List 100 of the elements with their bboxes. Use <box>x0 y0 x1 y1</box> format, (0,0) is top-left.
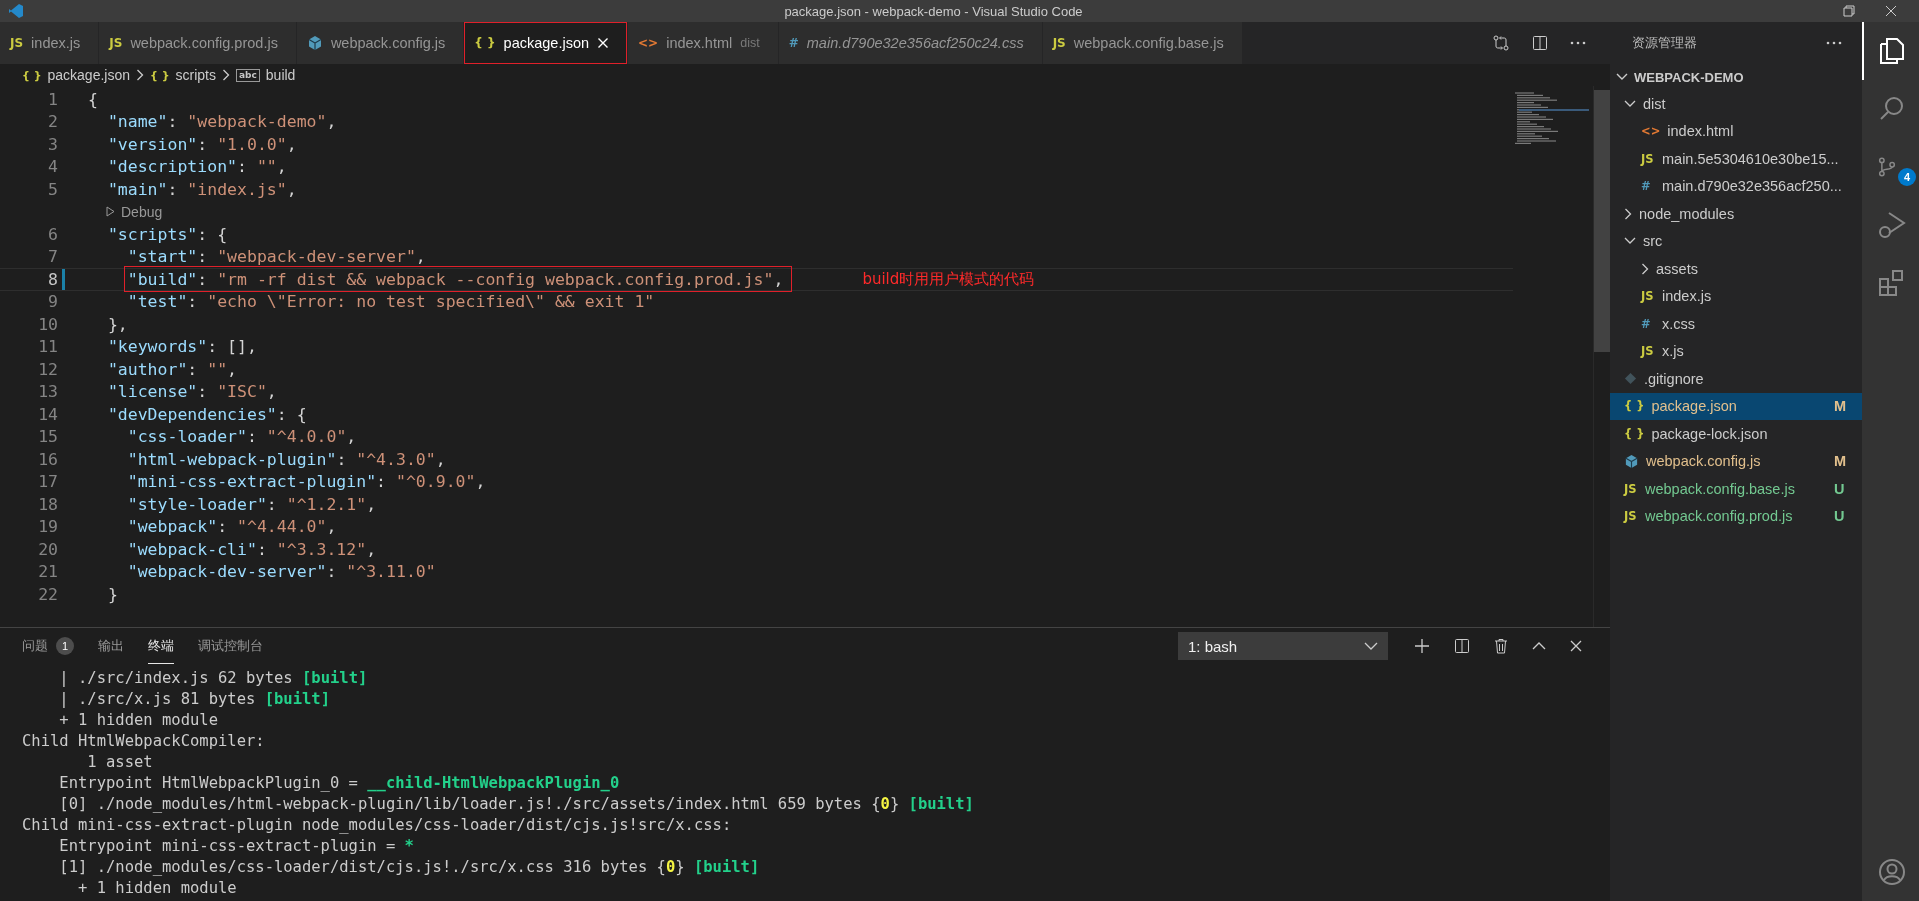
panel-tab[interactable]: 问题 1 <box>22 628 74 664</box>
line-number: 1 <box>47 89 58 109</box>
code-line: "name": "webpack-demo", <box>107 112 337 132</box>
git-status: U <box>1834 508 1846 525</box>
tree-item[interactable]: JS main.5e5304610e30be15... <box>1610 145 1862 173</box>
editor-tab[interactable]: JS webpack.config.base.js <box>1042 22 1243 64</box>
count-badge: 1 <box>56 636 74 655</box>
editor-tab[interactable]: webpack.config.js <box>296 22 465 64</box>
terminal-dropdown[interactable]: 1: bash <box>1178 632 1388 660</box>
terminal-line: Entrypoint mini-css-extract-plugin = * <box>58 836 415 857</box>
trash-icon[interactable] <box>1494 638 1508 654</box>
file-type-icon: { } <box>474 36 496 50</box>
compare-changes-icon[interactable] <box>1492 34 1510 52</box>
code-line: "main": "index.js", <box>107 179 297 199</box>
code-line: "keywords": [], <box>107 337 257 357</box>
tree-item[interactable]: { } package.json M <box>1610 392 1862 420</box>
section-header[interactable]: WEBPACK-DEMO <box>1610 64 1862 90</box>
breadcrumb-item[interactable]: { } scripts <box>150 67 216 83</box>
tree-item[interactable]: src <box>1610 227 1862 255</box>
terminal-line: | ./src/index.js 62 bytes [built] <box>58 668 369 689</box>
tree-item[interactable]: JS webpack.config.base.js U <box>1610 475 1862 503</box>
file-type-icon: JS <box>109 36 123 50</box>
editor-tab[interactable]: # main.d790e32e356acf250c24.css <box>778 22 1043 64</box>
line-number: 2 <box>47 112 58 132</box>
breadcrumb-item[interactable]: { } package.json <box>22 67 130 83</box>
panel-tab[interactable]: 输出 <box>98 628 124 664</box>
line-number: 15 <box>37 427 58 447</box>
debug-codelens[interactable]: Debug <box>88 203 163 220</box>
git-status: M <box>1834 398 1848 415</box>
restore-icon[interactable] <box>1843 5 1855 17</box>
line-number: 18 <box>37 494 58 514</box>
tree-item[interactable]: webpack.config.js M <box>1610 447 1862 475</box>
tree-item[interactable]: # x.css <box>1610 310 1862 338</box>
line-number: 9 <box>47 292 58 312</box>
line-number: 4 <box>47 157 58 177</box>
code-line: }, <box>107 314 128 334</box>
code-line: "webpack-cli": "^3.3.12", <box>127 539 377 559</box>
git-status: M <box>1834 453 1848 470</box>
code-line: "version": "1.0.0", <box>107 134 297 154</box>
terminal-line: | ./src/x.js 81 bytes [built] <box>58 689 331 710</box>
sidebar-title: 资源管理器 <box>1632 34 1697 52</box>
line-number: 16 <box>37 449 58 469</box>
code-line: "scripts": { <box>107 224 228 244</box>
tree-item[interactable]: node_modules <box>1610 200 1862 228</box>
line-number: 3 <box>47 134 58 154</box>
plus-icon[interactable] <box>1414 638 1430 654</box>
tree-item[interactable]: JS webpack.config.prod.js U <box>1610 502 1862 530</box>
chevron-up-icon[interactable] <box>1532 642 1546 650</box>
tree-item[interactable]: <> index.html <box>1610 117 1862 145</box>
panel-tab[interactable]: 终端 <box>148 628 174 664</box>
tree-item[interactable]: # main.d790e32e356acf250... <box>1610 172 1862 200</box>
split-terminal-icon[interactable] <box>1454 638 1470 654</box>
more-icon[interactable] <box>1826 41 1842 45</box>
scrollbar-thumb[interactable] <box>1594 90 1610 352</box>
tree-item[interactable]: .gitignore <box>1610 365 1862 393</box>
tree-item[interactable]: JS index.js <box>1610 282 1862 310</box>
terminal-line: + 1 hidden module <box>77 878 238 899</box>
editor-tab[interactable]: <> index.html dist <box>628 22 779 64</box>
symbol-icon: { } <box>22 68 42 82</box>
editor-tab[interactable]: JS webpack.config.prod.js <box>99 22 297 64</box>
code-line: "start": "webpack-dev-server", <box>127 247 426 267</box>
code-line: "description": "", <box>107 157 287 177</box>
file-type-icon: JS <box>1624 481 1638 496</box>
code-line: "author": "", <box>107 359 238 379</box>
code-line: "license": "ISC", <box>107 382 277 402</box>
tree-item[interactable]: { } package-lock.json <box>1610 420 1862 448</box>
line-number: 19 <box>37 517 58 537</box>
diamond-icon <box>1624 372 1637 386</box>
close-icon[interactable] <box>1885 5 1897 17</box>
symbol-icon: abc <box>235 68 260 82</box>
tree-item[interactable]: dist <box>1610 90 1862 118</box>
code-line: "test": "echo \"Error: no test specified\" && exit 1" <box>127 292 655 312</box>
line-number: 6 <box>47 224 58 244</box>
account-icon[interactable] <box>1877 858 1906 886</box>
close-icon[interactable] <box>1570 640 1582 652</box>
panel-tab[interactable]: 调试控制台 <box>198 628 263 664</box>
chevron-right-icon <box>136 69 144 81</box>
editor-tab[interactable]: { } package.json <box>464 22 629 64</box>
file-type-icon: <> <box>1641 124 1661 139</box>
file-type-icon: JS <box>1641 289 1655 304</box>
split-editor-icon[interactable] <box>1532 35 1548 51</box>
editor-tab[interactable]: JS index.js <box>0 22 100 64</box>
file-type-icon: # <box>788 36 799 50</box>
breadcrumb-item[interactable]: abc build <box>235 67 296 83</box>
file-type-icon: JS <box>1641 344 1655 359</box>
file-type-icon: JS <box>1624 509 1638 524</box>
symbol-icon: { } <box>150 68 170 82</box>
code-line: "webpack-dev-server": "^3.11.0" <box>127 562 436 582</box>
terminal-line: [0] ./node_modules/html-webpack-plugin/lib/loader.js!./src/assets/index.html 659 bytes {0} [built] <box>58 794 975 815</box>
code-line: "style-loader": "^1.2.1", <box>127 494 377 514</box>
line-number: 5 <box>47 179 58 199</box>
line-number: 10 <box>37 314 58 334</box>
run-debug-icon[interactable] <box>1876 210 1907 240</box>
tree-item[interactable]: JS x.js <box>1610 337 1862 365</box>
file-type-icon: # <box>1641 316 1655 331</box>
more-icon[interactable] <box>1570 41 1586 45</box>
file-type-icon: # <box>1641 179 1655 194</box>
tree-item[interactable]: assets <box>1610 255 1862 283</box>
count-badge: 4 <box>1898 168 1916 186</box>
code-line: { <box>88 89 98 109</box>
